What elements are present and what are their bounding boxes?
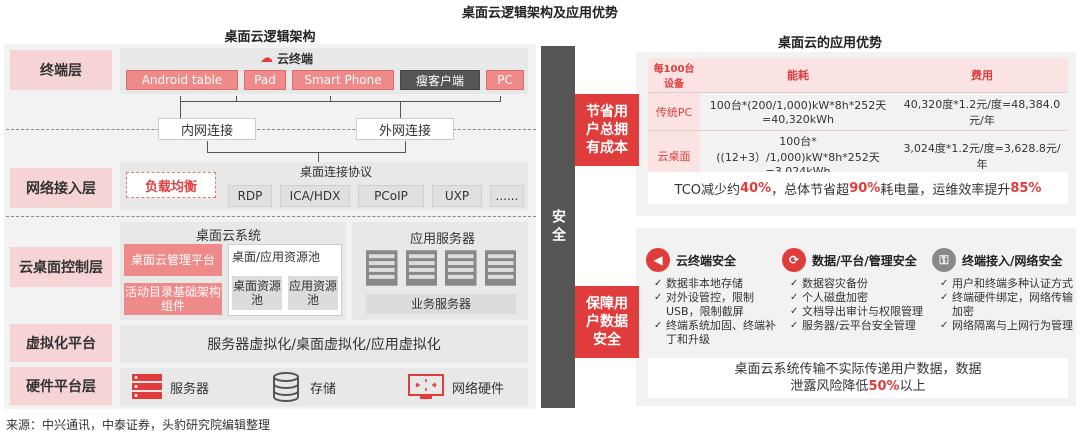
- speaker-icon: ◀: [646, 248, 670, 272]
- cloud-terminal-title: ☁ 云终端: [260, 51, 314, 66]
- table-header: 每100台设备: [648, 58, 700, 93]
- list-item: 网络隔离与上网行为管理: [940, 319, 1074, 333]
- risk-summary: 桌面云系统传输不实际传递用户数据，数据 泄露风险降低50%以上: [648, 358, 1068, 398]
- list-item: 服务器/云平台安全管理: [790, 319, 930, 333]
- connector-line: [207, 152, 406, 153]
- layer-network-access: 网络接入层: [10, 168, 112, 208]
- list-item: 终端系统加固、终端补丁和升级: [654, 319, 784, 347]
- list-item: 终端硬件绑定，网络传输加密: [940, 291, 1074, 319]
- table-cell: 40,320度*1.2元/度=48,384.0元/年: [896, 92, 1068, 131]
- layer-terminal: 终端层: [10, 50, 112, 90]
- server-rack-icon: [405, 250, 437, 286]
- load-balance: 负载均衡: [126, 172, 216, 198]
- sec-group-data: ⟳ 数据/平台/管理安全: [782, 248, 917, 272]
- lock-icon: ⚿: [932, 248, 956, 272]
- protocol-rdp: RDP: [228, 185, 272, 207]
- protocol-pcoip: PCoIP: [358, 185, 424, 207]
- hw-network: 网络硬件: [408, 374, 504, 400]
- left-title: 桌面云逻辑架构: [224, 30, 316, 45]
- list-item: 个人磁盘加密: [790, 291, 930, 305]
- network-hardware-icon: [408, 374, 444, 399]
- protocol-title: 桌面连接协议: [300, 165, 373, 179]
- server-rack-icon: [366, 250, 398, 286]
- sec-list-data: 数据容灾备份 个人磁盘加密 文档导出审计与权限管理 服务器/云平台安全管理: [790, 277, 930, 333]
- extranet-connection: 外网连接: [356, 118, 454, 140]
- device-android: Android table: [126, 70, 238, 90]
- cloud-icon: ☁: [260, 51, 273, 66]
- business-server: 业务服务器: [366, 294, 516, 314]
- list-item: 数据非本地存储: [654, 277, 784, 291]
- sec-group-terminal: ◀ 云终端安全: [646, 248, 736, 272]
- safety-tag: 保障用户数据安全: [575, 286, 639, 358]
- connector-line: [330, 96, 331, 102]
- table-cell: 传统PC: [648, 92, 700, 131]
- list-item: 数据容灾备份: [790, 277, 930, 291]
- connector-line: [400, 101, 401, 118]
- source-note: 来源：中兴通讯，中泰证券，头豹研究院编辑整理: [6, 418, 271, 432]
- table-header: 费用: [896, 58, 1068, 93]
- protocol-uxp: UXP: [432, 185, 482, 207]
- tco-summary: TCO减少约 40% ，总体节省超 90% 耗电量，运维效率提升 85%: [648, 172, 1068, 204]
- list-item: 对外设管控，限制USB，限制截屏: [654, 291, 784, 319]
- hw-storage: 存储: [272, 372, 336, 402]
- connector-line: [500, 96, 501, 102]
- resource-pool-title: 桌面/应用资源池: [232, 250, 321, 264]
- device-pad: Pad: [244, 70, 286, 90]
- layer-cloud-desktop-control: 云桌面控制层: [10, 247, 112, 287]
- device-thin-client: 瘦客户端: [400, 70, 480, 90]
- server-rack-icon: [484, 250, 516, 286]
- divider: [6, 216, 536, 217]
- table-row: 传统PC 100台*(200/1,000)kW*8h*252天=40,320kW…: [648, 92, 1068, 131]
- sec-group-network: ⚿ 终端接入/网络安全: [932, 248, 1062, 272]
- divider: [6, 129, 536, 130]
- cloud-system-title: 桌面云系统: [196, 229, 262, 244]
- virtualization-bar: 服务器虚拟化/桌面虚拟化/应用虚拟化: [120, 325, 528, 363]
- security-column: 安全: [541, 46, 575, 408]
- layer-virtualization: 虚拟化平台: [10, 324, 112, 362]
- energy-table: 每100台设备 能耗 费用 传统PC 100台*(200/1,000)kW*8h…: [648, 58, 1068, 181]
- layer-hardware: 硬件平台层: [10, 367, 112, 405]
- connector-line: [180, 96, 181, 118]
- page-title: 桌面云逻辑架构及应用优势: [461, 6, 618, 21]
- device-pc: PC: [486, 70, 524, 90]
- sec-list-terminal: 数据非本地存储 对外设管控，限制USB，限制截屏 终端系统加固、终端补丁和升级: [654, 277, 784, 347]
- right-title: 桌面云的应用优势: [777, 36, 882, 51]
- table-header-row: 每100台设备 能耗 费用: [648, 58, 1068, 93]
- server-rack-group: [366, 250, 516, 286]
- ad-component: 活动目录基础架构组件: [124, 283, 222, 315]
- list-item: 文档导出审计与权限管理: [790, 305, 930, 319]
- server-icon: [132, 374, 162, 399]
- table-cell: 100台*(200/1,000)kW*8h*252天=40,320kWh: [700, 92, 896, 131]
- app-server-title: 应用服务器: [410, 232, 476, 247]
- connector-line: [318, 152, 319, 162]
- desktop-pool: 桌面资源池: [232, 276, 282, 310]
- connector-line: [180, 101, 500, 102]
- sec-list-network: 用户和终端多种认证方式 终端硬件绑定，网络传输加密 网络隔离与上网行为管理: [940, 277, 1074, 333]
- list-item: 用户和终端多种认证方式: [940, 277, 1074, 291]
- table-header: 能耗: [700, 58, 896, 93]
- hw-server: 服务器: [132, 374, 209, 400]
- intranet-connection: 内网连接: [158, 118, 256, 140]
- mgmt-platform: 桌面云管理平台: [124, 244, 222, 276]
- connector-line: [236, 96, 237, 102]
- protocol-ica: ICA/HDX: [280, 185, 350, 207]
- protocol-more: ......: [490, 185, 524, 207]
- app-pool: 应用资源池: [288, 276, 338, 310]
- storage-icon: [273, 372, 299, 402]
- server-rack-icon: [445, 250, 477, 286]
- refresh-shield-icon: ⟳: [782, 248, 806, 272]
- cost-tag: 节省用户总拥有成本: [575, 94, 639, 166]
- device-smartphone: Smart Phone: [292, 70, 394, 90]
